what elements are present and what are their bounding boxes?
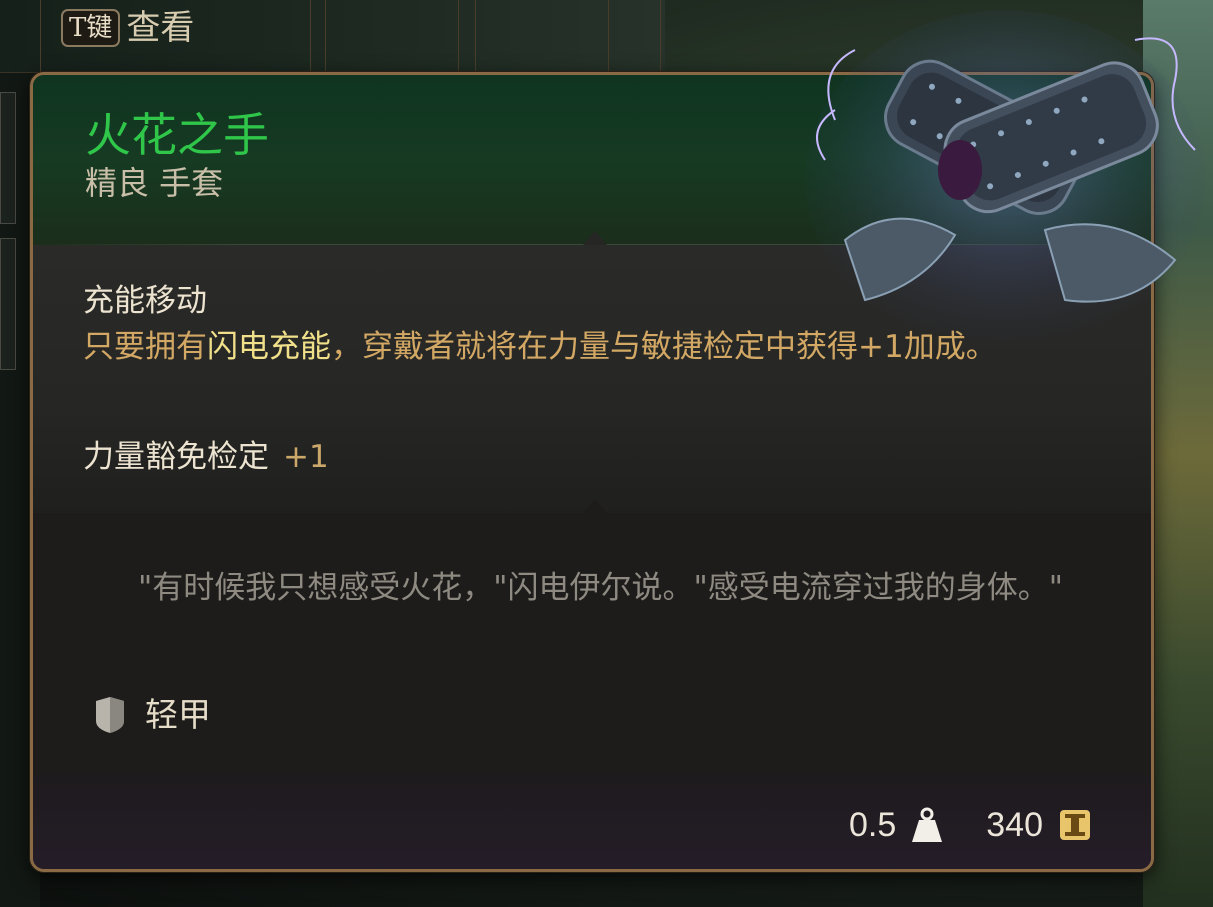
weight-icon [912, 807, 943, 842]
saving-throw-value: +1 [283, 439, 329, 475]
flavor-quote: "有时候我只想感受火花，"闪电伊尔说。"感受电流穿过我的身体。" [138, 570, 1064, 606]
armor-type-row: 轻甲 [93, 695, 211, 735]
t-key-badge: T键 [61, 9, 121, 47]
armor-type-label: 轻甲 [145, 695, 211, 734]
saving-throw-bonus: 力量豁免检定 +1 [83, 437, 329, 477]
inspect-hotkey-hint[interactable]: T键 查看 [61, 8, 194, 48]
price-value: 340 [986, 806, 1043, 844]
saving-throw-label: 力量豁免检定 [83, 439, 269, 475]
item-rarity-type: 精良 手套 [85, 164, 224, 202]
lightning-charge-keyword[interactable]: 闪电充能 [207, 329, 331, 365]
weight-value: 0.5 [849, 806, 897, 844]
spark-gauntlets-icon [805, 10, 1205, 350]
effect-title: 充能移动 [83, 283, 207, 319]
shield-icon [96, 697, 124, 733]
inspect-label: 查看 [126, 8, 195, 48]
hud-slot [0, 238, 16, 370]
flavor-section: "有时候我只想感受火花，"闪电伊尔说。"感受电流穿过我的身体。" 轻甲 [33, 513, 1151, 775]
item-stats: 0.5 340 [849, 805, 1093, 845]
tooltip-footer: 0.5 340 [33, 775, 1151, 869]
hud-slot [0, 92, 16, 224]
gold-coin-icon [1060, 810, 1090, 840]
item-name: 火花之手 [85, 108, 269, 162]
